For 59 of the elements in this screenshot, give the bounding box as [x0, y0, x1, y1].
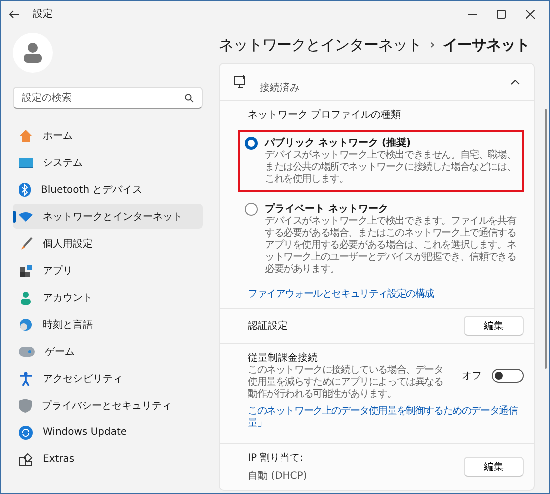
globe-clock-icon — [19, 318, 33, 332]
widgets-icon — [19, 452, 33, 466]
apps-icon — [19, 264, 33, 278]
page-title: イーサネット — [443, 36, 530, 54]
computer-icon — [234, 75, 248, 89]
person-icon — [24, 43, 42, 63]
section-heading: ネットワーク プロファイルの種類 — [248, 108, 402, 122]
connection-header[interactable]: 接続済み — [220, 64, 534, 101]
radio-button[interactable] — [245, 137, 258, 150]
wifi-icon — [19, 212, 33, 222]
sidebar-item[interactable]: システム — [13, 150, 203, 175]
brush-icon — [19, 236, 33, 250]
ip-label: IP 割り当て: — [248, 452, 305, 465]
sidebar-item[interactable]: ゲーム — [13, 339, 203, 364]
back-icon[interactable] — [9, 10, 19, 18]
home-icon — [19, 128, 33, 142]
ip-value: 自動 (DHCP) — [248, 470, 308, 483]
sidebar-item[interactable]: ホーム — [13, 123, 203, 148]
toggle-state: オフ — [462, 370, 482, 383]
option-label: パブリック ネットワーク (推奨) — [265, 136, 412, 150]
metered-description: このネットワークに接続している場合、データ使用量を減らすためにアプリによっては異なる動作が行われる可能性があります。 — [248, 365, 444, 401]
selection-indicator — [13, 211, 16, 223]
sidebar-item[interactable]: 時刻と言語 — [13, 312, 203, 337]
sidebar-item[interactable]: プライバシーとセキュリティ — [13, 393, 203, 418]
breadcrumb-separator: › — [430, 38, 436, 52]
search-icon — [185, 94, 194, 103]
person-icon — [19, 290, 33, 304]
bluetooth-icon — [19, 182, 31, 196]
window-title: 設定 — [33, 8, 53, 21]
metered-label: 従量制課金接続 — [248, 352, 319, 365]
sidebar-item[interactable]: アプリ — [13, 258, 203, 283]
accessibility-icon — [19, 372, 33, 386]
shield-icon — [19, 398, 32, 412]
sidebar-item[interactable]: アカウント — [13, 285, 203, 310]
edit-button[interactable]: 編集 — [464, 316, 524, 336]
gamepad-icon — [19, 346, 35, 356]
toggle-switch[interactable] — [492, 369, 524, 383]
firewall-link[interactable]: ファイアウォールとセキュリティ設定の構成 — [248, 289, 524, 301]
sidebar-item[interactable]: Extras — [13, 447, 203, 472]
sidebar-item[interactable]: ネットワークとインターネット — [13, 204, 203, 229]
search-field[interactable]: 設定の検索 — [13, 87, 203, 109]
option-label: プライベート ネットワーク — [265, 202, 390, 216]
sidebar-item[interactable]: 個人用設定 — [13, 231, 203, 256]
maximize-icon[interactable] — [497, 10, 506, 18]
connection-status: 接続済み — [260, 82, 300, 95]
sidebar-item[interactable]: Bluetooth とデバイス — [13, 177, 203, 202]
breadcrumb-link[interactable]: ネットワークとインターネット — [219, 36, 422, 54]
option-description: デバイスがネットワーク上で検出できません。自宅、職場、または公共の場所でネットワークに接続した場合などには、これを使用します。 — [265, 150, 517, 186]
auth-label: 認証設定 — [248, 320, 288, 333]
monitor-icon — [19, 156, 33, 168]
sidebar-item[interactable]: Windows Update — [13, 420, 203, 445]
edit-button[interactable]: 編集 — [464, 457, 524, 477]
radio-button[interactable] — [245, 203, 258, 216]
sidebar-item[interactable]: アクセシビリティ — [13, 366, 203, 391]
refresh-icon — [19, 426, 33, 440]
scrollbar[interactable] — [545, 109, 547, 369]
data-limit-link[interactable]: このネットワーク上のデータ使用量を制御するためのデータ通信量」 — [248, 406, 524, 430]
option-description: デバイスがネットワーク上で検出できます。ファイルを共有する必要がある場合、またはこのネットワーク上で通信するアプリを使用する必要がある場合は、これを選択します。ネットワーク上のユーザーとデバイスが把握でき、信頼できる必要があります。 — [265, 216, 517, 276]
close-icon[interactable] — [526, 10, 535, 18]
